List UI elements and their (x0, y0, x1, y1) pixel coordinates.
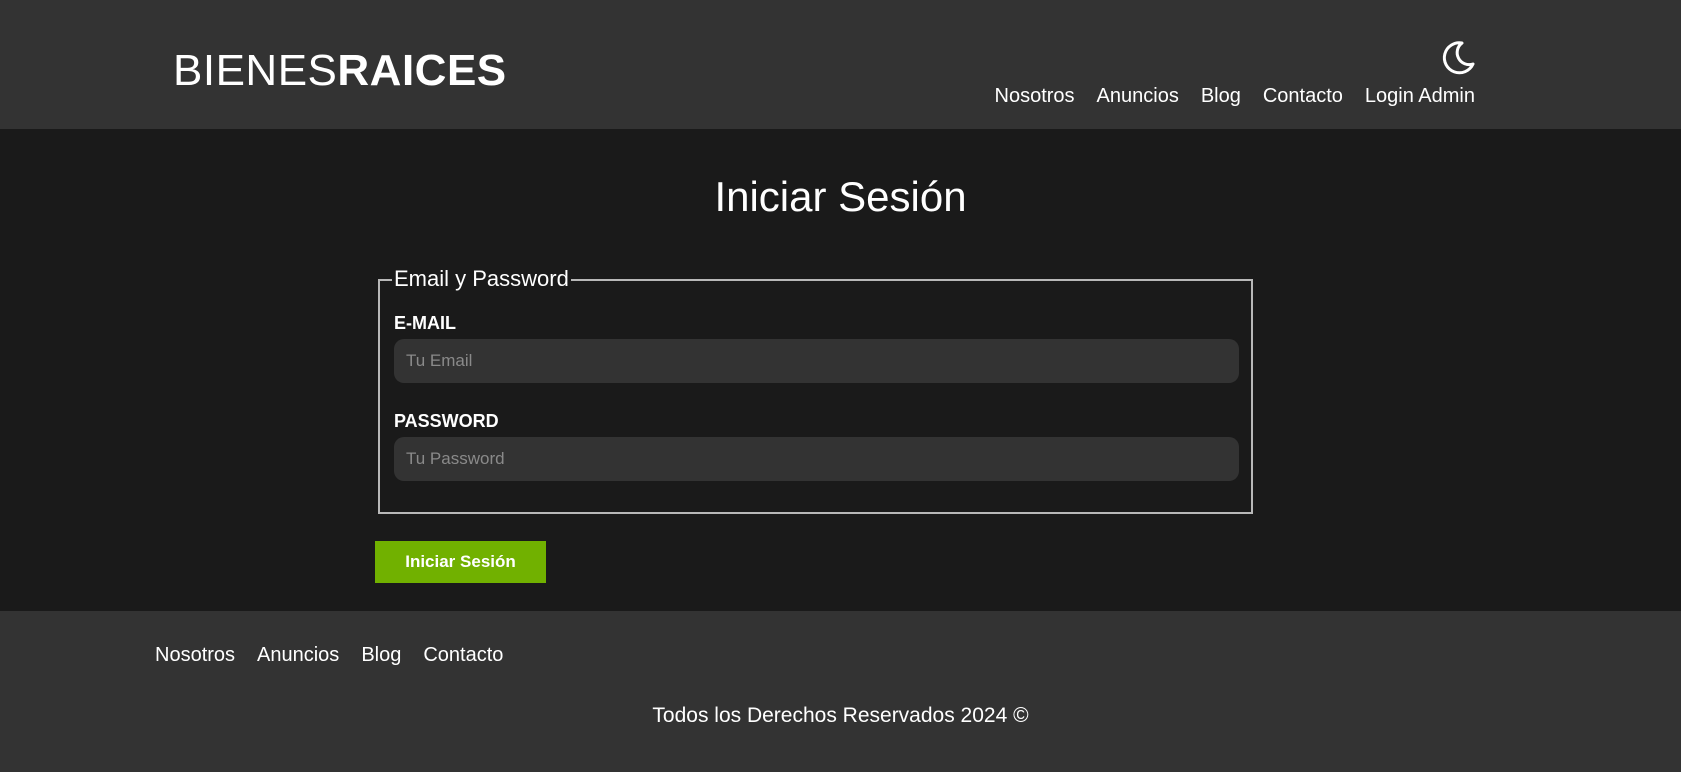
login-submit-button[interactable]: Iniciar Sesión (375, 541, 546, 583)
footer-link-blog[interactable]: Blog (361, 642, 401, 668)
password-field[interactable] (394, 437, 1239, 481)
footer-link-nosotros[interactable]: Nosotros (155, 642, 235, 668)
footer-link-anuncios[interactable]: Anuncios (257, 642, 339, 668)
email-field[interactable] (394, 339, 1239, 383)
nav-link-nosotros[interactable]: Nosotros (995, 83, 1075, 109)
logo-bold-text: RAICES (337, 46, 507, 95)
email-label: E-MAIL (394, 313, 456, 333)
nav-link-contacto[interactable]: Contacto (1263, 83, 1343, 109)
dark-mode-toggle[interactable] (1438, 38, 1478, 78)
footer-link-contacto[interactable]: Contacto (423, 642, 503, 668)
footer-nav: Nosotros Anuncios Blog Contacto (155, 642, 503, 668)
password-label: PASSWORD (394, 411, 499, 431)
nav-link-login-admin[interactable]: Login Admin (1365, 83, 1475, 109)
moon-icon (1442, 41, 1475, 75)
main-nav: Nosotros Anuncios Blog Contacto Login Ad… (995, 83, 1475, 109)
nav-link-anuncios[interactable]: Anuncios (1097, 83, 1179, 109)
copyright-text: Todos los Derechos Reservados 2024 © (652, 704, 1029, 727)
fieldset-legend: Email y Password (392, 265, 571, 293)
main-content: Iniciar Sesión Email y Password E-MAIL P… (0, 129, 1681, 611)
nav-link-blog[interactable]: Blog (1201, 83, 1241, 109)
page-title: Iniciar Sesión (714, 173, 967, 220)
site-footer: Nosotros Anuncios Blog Contacto Todos lo… (0, 611, 1681, 772)
logo-light-text: BIENES (173, 46, 338, 95)
site-header: BIENESRAICES Nosotros Anuncios Blog Cont… (0, 0, 1681, 129)
login-fieldset: Email y Password E-MAIL PASSWORD (378, 265, 1253, 514)
site-logo[interactable]: BIENESRAICES (173, 44, 507, 98)
